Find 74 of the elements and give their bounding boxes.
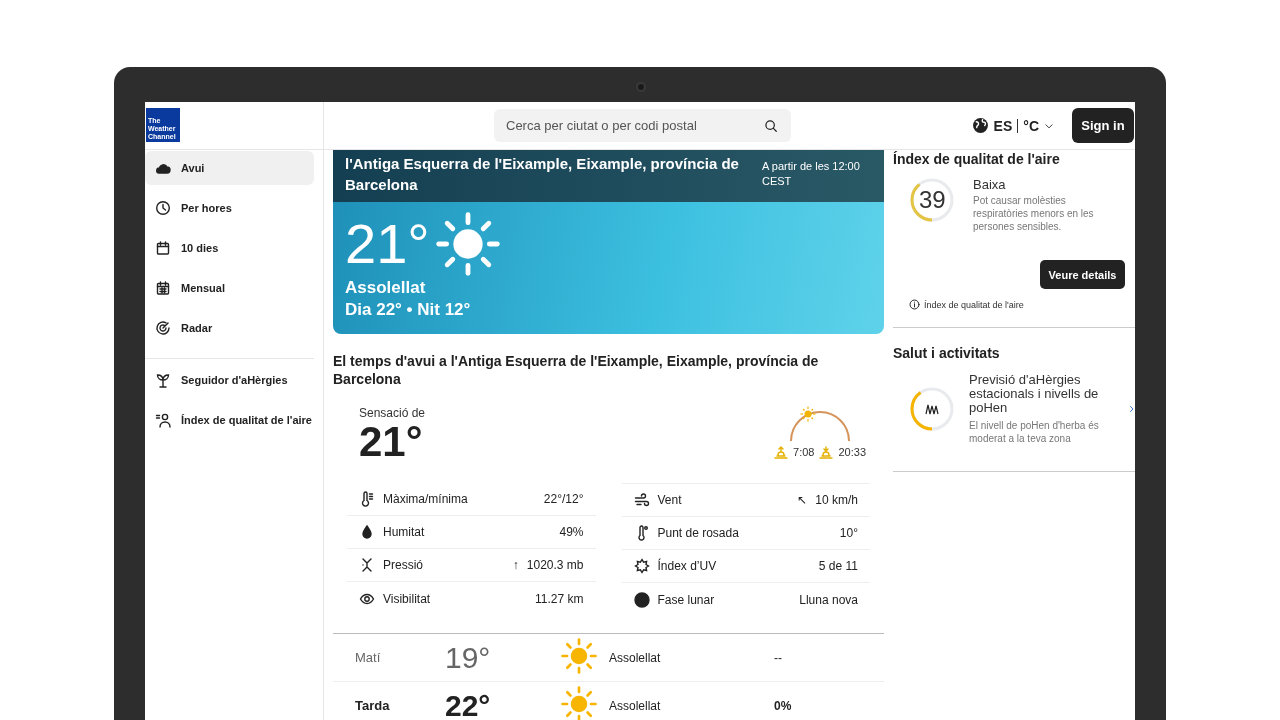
sun-icon bbox=[561, 686, 597, 720]
day-night-temperatures: Dia 22° • Nit 12° bbox=[345, 300, 472, 320]
detail-label: Humitat bbox=[383, 525, 426, 539]
detail-label: Punt de rosada bbox=[657, 526, 740, 540]
air-quality-value: 39 bbox=[919, 187, 946, 213]
sun-arc-drawing bbox=[787, 406, 852, 442]
card-description: El nivell de poHen d'herba és moderat a la teva zona bbox=[969, 419, 1100, 445]
sidebar-item[interactable]: Índex de qualitat de l'aire bbox=[145, 403, 314, 437]
info-icon bbox=[909, 299, 920, 310]
section-heading: Salut i activitats bbox=[893, 345, 1001, 361]
detail-label: Màxima/mínima bbox=[383, 492, 469, 506]
condition-text: Assolellat bbox=[345, 278, 427, 298]
feels-like-temperature: 21° bbox=[359, 420, 424, 464]
forecast-row[interactable]: Matí 19° Assolellat -- bbox=[333, 634, 884, 682]
air-quality-category: Baixa bbox=[973, 177, 1007, 192]
sidebar-item[interactable]: Radar bbox=[145, 311, 314, 345]
detail-value: 5 de 11 bbox=[818, 559, 858, 573]
sidebar-item[interactable]: Mensual bbox=[145, 271, 314, 305]
timestamp: A partir de les 12:00 CEST bbox=[762, 159, 861, 189]
detail-value: 10° bbox=[839, 526, 858, 540]
detail-value: 11.27 km bbox=[535, 591, 584, 606]
sun-outline-icon bbox=[633, 558, 650, 574]
detail-label: Vent bbox=[657, 493, 683, 507]
globe-icon bbox=[971, 117, 989, 134]
forecast-row[interactable]: Tarda 22° Assolellat 0% bbox=[333, 682, 884, 720]
clock-icon bbox=[155, 200, 171, 216]
section-heading: Índex de qualitat de l'aire bbox=[893, 151, 1061, 167]
search-field[interactable]: Cerca per ciutat o per codi postal bbox=[494, 109, 791, 142]
sunset-icon bbox=[818, 445, 835, 459]
detail-value: 22°/12° bbox=[543, 492, 584, 506]
info-link[interactable]: Índex de qualitat de l'aire bbox=[924, 299, 1024, 310]
search-icon bbox=[764, 119, 778, 133]
feels-like-label: Sensació de bbox=[359, 406, 426, 420]
sun-icon bbox=[561, 638, 597, 674]
sidebar-item[interactable]: Avui bbox=[145, 151, 314, 185]
detail-label: Pressió bbox=[383, 558, 424, 572]
sunrise-icon bbox=[773, 445, 790, 459]
language-selector[interactable]: ES bbox=[993, 117, 1013, 134]
chevron-right-icon bbox=[1128, 404, 1135, 414]
sunset-time: 20:33 bbox=[838, 446, 866, 458]
detail-value: 10 km/h bbox=[815, 493, 858, 507]
grass-icon bbox=[925, 403, 939, 415]
wind-icon bbox=[633, 492, 650, 508]
trend-arrow: ↑ bbox=[512, 558, 519, 572]
detail-label: Índex d’UV bbox=[657, 559, 718, 573]
card-title: Previsió d'aHèrgies estacionals i nivells de poHen bbox=[969, 373, 1100, 415]
detail-value: 1020.3 mb bbox=[526, 558, 584, 572]
sign-in-button[interactable]: Sign in bbox=[1072, 108, 1134, 143]
thermometer-icon bbox=[359, 491, 375, 507]
detail-label: Fase lunar bbox=[657, 592, 716, 607]
pollen-card[interactable]: Previsió d'aHèrgies estacionals i nivells de poHen El nivell de poHen d'herba és moderat a la teva zona bbox=[893, 361, 1135, 445]
sidebar-item[interactable]: Per hores bbox=[145, 191, 314, 225]
sunrise-time: 7:08 bbox=[793, 446, 815, 458]
trend-arrow: ↖ bbox=[797, 493, 808, 507]
sun-icon bbox=[435, 212, 500, 276]
details-button[interactable]: Veure details bbox=[1040, 260, 1125, 289]
sidebar-item[interactable]: 10 dies bbox=[145, 231, 314, 265]
section-heading: El temps d'avui a l'Antiga Esquerra de l'Eixample, Eixample, província de Barcelona bbox=[333, 352, 820, 388]
air-quality-description: Pot causar molèsties respiratòries menors en les persones sensibles. bbox=[973, 194, 1095, 233]
calendar-icon bbox=[155, 280, 171, 296]
detail-value: Lluna nova bbox=[799, 592, 858, 607]
current-temperature: 21° bbox=[345, 214, 430, 274]
unit-selector[interactable]: °C bbox=[1023, 117, 1039, 134]
calendar-icon bbox=[155, 240, 171, 256]
moon-icon bbox=[633, 591, 650, 608]
sprout-icon bbox=[155, 372, 171, 388]
drop-icon bbox=[359, 524, 375, 540]
location-title: l'Antiga Esquerra de l'Eixample, Eixample, província de Barcelona bbox=[345, 154, 740, 195]
detail-label: Visibilitat bbox=[383, 591, 432, 606]
person-icon bbox=[155, 412, 171, 428]
camera-icon bbox=[636, 82, 646, 92]
sidebar-item[interactable]: Seguidor d'aHèrgies bbox=[145, 363, 314, 397]
detail-value: 49% bbox=[559, 525, 584, 539]
radar-icon bbox=[155, 320, 171, 336]
